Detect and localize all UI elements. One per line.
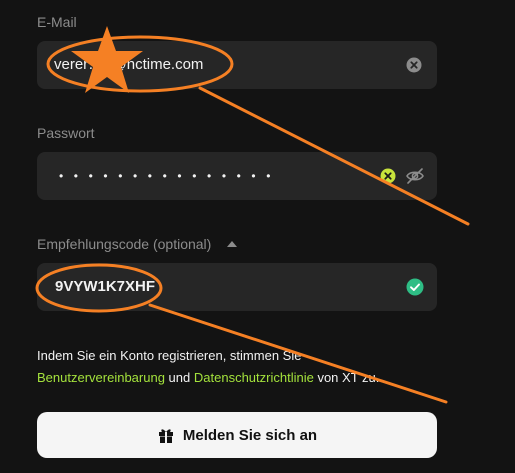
clear-circle-icon[interactable] <box>406 57 422 73</box>
check-circle-icon <box>406 278 424 296</box>
terms-prefix: Indem Sie ein Konto registrieren, stimme… <box>37 348 302 363</box>
register-button[interactable]: Melden Sie sich an <box>37 412 437 458</box>
gift-icon <box>158 429 173 443</box>
referral-label: Empfehlungscode (optional) <box>37 236 212 252</box>
terms-text: Indem Sie ein Konto registrieren, stimme… <box>37 345 457 389</box>
referral-field[interactable]: 9VYW1K7XHF <box>37 263 437 311</box>
terms-suffix: von XT zu. <box>317 370 380 385</box>
register-button-label: Melden Sie sich an <box>182 426 318 444</box>
password-field[interactable]: ••••••••••••••• <box>37 152 437 200</box>
referral-value: 9VYW1K7XHF <box>55 278 156 295</box>
email-field[interactable]: verer…o@nctime.com <box>37 41 437 89</box>
user-agreement-link[interactable]: Benutzervereinbarung <box>37 370 165 385</box>
chevron-up-icon[interactable] <box>227 241 237 247</box>
privacy-policy-link[interactable]: Datenschutzrichtlinie <box>194 370 314 385</box>
password-label: Passwort <box>37 125 95 141</box>
password-value: ••••••••••••••• <box>59 169 282 183</box>
email-value: verer…o@nctime.com <box>54 56 204 73</box>
email-label: E-Mail <box>37 14 77 30</box>
error-circle-icon <box>380 168 396 184</box>
terms-and: und <box>168 370 191 385</box>
eye-off-icon[interactable] <box>405 166 425 186</box>
register-form: E-Mail verer…o@nctime.com Passwort •••••… <box>0 0 515 473</box>
